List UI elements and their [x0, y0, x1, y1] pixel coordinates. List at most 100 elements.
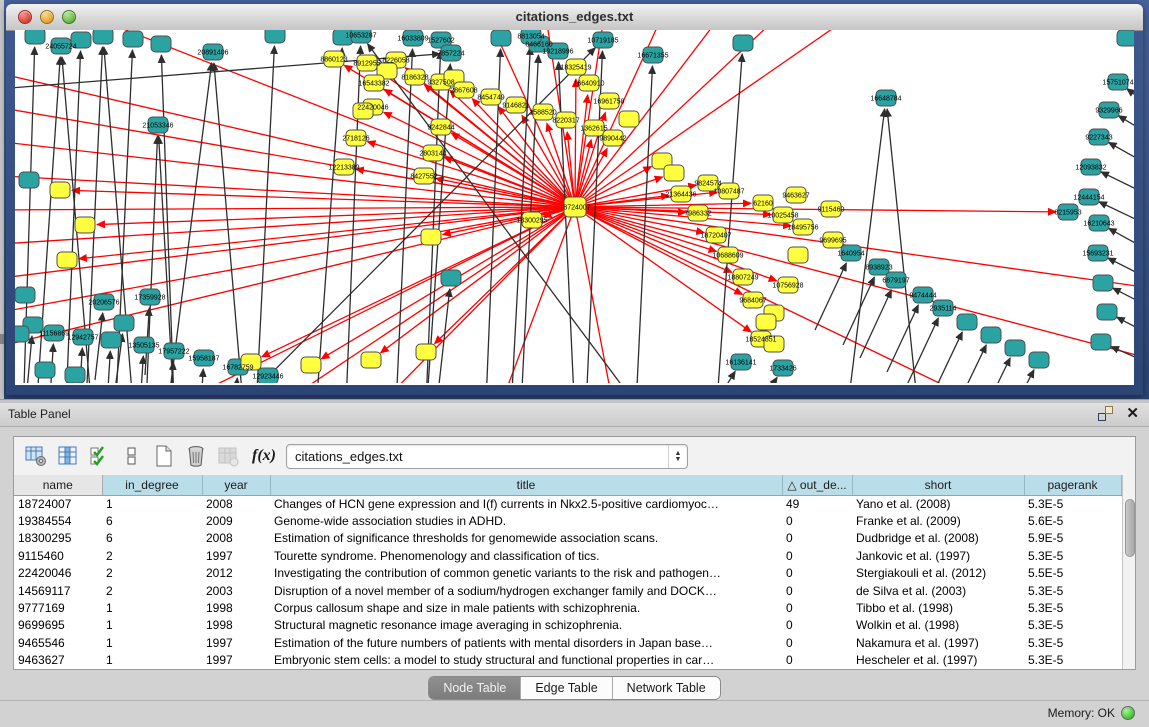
float-panel-icon[interactable]	[1098, 406, 1113, 421]
graph-node-label: 10025458	[767, 213, 798, 220]
graph-node-yellow[interactable]	[619, 111, 639, 127]
graph-node-teal[interactable]	[1117, 30, 1134, 46]
table-row[interactable]: 977716911998Corpus callosum shape and si…	[14, 599, 1121, 616]
cell-name: 18724007	[14, 495, 102, 512]
column-header-year[interactable]: year	[202, 475, 270, 495]
graph-node-yellow[interactable]	[756, 314, 776, 330]
tab-node-table[interactable]: Node Table	[429, 677, 520, 699]
table-row[interactable]: 969969511998Structural magnetic resonanc…	[14, 617, 1121, 634]
graph-node-teal[interactable]	[65, 367, 85, 383]
network-desktop: citations_edges.txt 24055724208914061065…	[0, 0, 1149, 399]
table-vertical-scrollbar[interactable]	[1122, 475, 1136, 669]
table-row[interactable]: 946362711997Embryonic stem cells: a mode…	[14, 652, 1121, 669]
column-header-out-de-[interactable]: △ out_de...	[782, 475, 852, 495]
table-row[interactable]: 911546021997Tourette syndrome. Phenomeno…	[14, 547, 1121, 564]
cell-title: Tourette syndrome. Phenomenology and cla…	[270, 547, 782, 564]
graph-node-teal[interactable]	[957, 314, 977, 330]
create-table-icon[interactable]	[150, 442, 178, 470]
graph-node-label: 20206576	[88, 300, 119, 307]
graph-node-teal[interactable]	[441, 270, 461, 286]
cell-pagerank: 5.3E-5	[1024, 582, 1121, 599]
tab-network-table[interactable]: Network Table	[612, 677, 720, 699]
graph-node-yellow[interactable]	[301, 357, 321, 373]
graph-node-label: 17957222	[158, 349, 189, 356]
close-panel-icon[interactable]: ✕	[1126, 406, 1139, 421]
graph-node-teal[interactable]	[101, 332, 121, 348]
network-canvas[interactable]: 2405572420891406106532871527602846616010…	[15, 30, 1134, 385]
graph-node-teal[interactable]	[1091, 334, 1111, 350]
column-header-short[interactable]: short	[852, 475, 1024, 495]
graph-node-teal[interactable]	[265, 30, 285, 43]
splitter-handle[interactable]	[0, 334, 4, 344]
select-columns-icon[interactable]	[86, 442, 114, 470]
scrollbar-thumb[interactable]	[1125, 499, 1135, 557]
left-panel-splitter[interactable]	[0, 0, 4, 399]
graph-node-label: 16640910	[573, 81, 604, 88]
graph-node-label: 18524851	[745, 337, 776, 344]
graph-node-teal[interactable]	[1029, 352, 1049, 368]
graph-node-teal[interactable]	[981, 327, 1001, 343]
cell-short: Yano et al. (2008)	[852, 495, 1024, 512]
network-table-select[interactable]: citations_edges.txt ▲▼	[286, 444, 688, 469]
graph-node-teal[interactable]	[35, 362, 55, 378]
row-options-icon[interactable]	[118, 442, 146, 470]
column-header-pagerank[interactable]: pagerank	[1024, 475, 1121, 495]
graph-node-label: 8186328	[401, 75, 428, 82]
graph-node-label: 9227343	[1085, 135, 1112, 142]
graph-node-yellow[interactable]	[421, 229, 441, 245]
graph-node-label: 8912955	[353, 61, 380, 68]
graph-node-label: 16210643	[1083, 221, 1114, 228]
cell-short: Wolkin et al. (1998)	[852, 617, 1024, 634]
graph-node-label: 1527602	[427, 38, 454, 45]
table-settings-icon[interactable]	[22, 442, 50, 470]
cell-pagerank: 5.3E-5	[1024, 547, 1121, 564]
graph-node-teal[interactable]	[1093, 275, 1113, 291]
cell-title: Changes of HCN gene expression and I(f) …	[270, 495, 782, 512]
table-row[interactable]: 2242004622012Investigating the contribut…	[14, 565, 1121, 582]
cell-title: Estimation of the future numbers of pati…	[270, 634, 782, 651]
table-row[interactable]: 946554611997Estimation of the future num…	[14, 634, 1121, 651]
cell-title: Investigating the contribution of common…	[270, 565, 782, 582]
table-row[interactable]: 1456911722003Disruption of a novel membe…	[14, 582, 1121, 599]
network-window-titlebar[interactable]: citations_edges.txt	[6, 4, 1143, 31]
graph-node-teal[interactable]	[1097, 304, 1117, 320]
graph-node-yellow[interactable]	[75, 217, 95, 233]
graph-node-yellow[interactable]	[416, 344, 436, 360]
graph-node-yellow[interactable]	[50, 182, 70, 198]
graph-node-teal[interactable]	[491, 30, 511, 46]
graph-node-teal[interactable]	[733, 35, 753, 51]
graph-node-teal[interactable]	[25, 30, 45, 44]
cell-in_degree: 1	[102, 652, 202, 669]
column-header-in-degree[interactable]: in_degree	[102, 475, 202, 495]
graph-node-teal[interactable]	[15, 287, 35, 303]
cell-out_degree: 49	[782, 495, 852, 512]
tab-edge-table[interactable]: Edge Table	[520, 677, 611, 699]
graph-node-label: 16033809	[397, 36, 428, 43]
table-row[interactable]: 1830029562008Estimation of significance …	[14, 530, 1121, 547]
table-row[interactable]: 1938455462009Genome-wide association stu…	[14, 512, 1121, 529]
column-header-name[interactable]: name	[14, 475, 102, 495]
function-builder-icon[interactable]: f(x)	[252, 447, 276, 465]
graph-node-yellow[interactable]	[664, 165, 684, 181]
graph-node-teal[interactable]	[123, 31, 143, 47]
cell-name: 9465546	[14, 634, 102, 651]
graph-node-teal[interactable]	[1005, 340, 1025, 356]
graph-node-teal[interactable]	[93, 30, 113, 44]
graph-node-teal[interactable]	[114, 315, 134, 331]
show-columns-icon[interactable]	[54, 442, 82, 470]
graph-node-label: 24055724	[45, 44, 76, 51]
graph-node-teal[interactable]	[151, 36, 171, 52]
table-row[interactable]: 1872400712008Changes of HCN gene express…	[14, 495, 1121, 512]
graph-node-label: 18720407	[700, 233, 731, 240]
cell-year: 1997	[202, 547, 270, 564]
cell-short: Jankovic et al. (1997)	[852, 547, 1024, 564]
graph-node-label: 10653287	[345, 33, 376, 40]
graph-node-teal[interactable]	[15, 326, 29, 342]
graph-node-teal[interactable]	[19, 172, 39, 188]
graph-node-yellow[interactable]	[57, 252, 77, 268]
graph-node-yellow[interactable]	[788, 247, 808, 263]
graph-node-yellow[interactable]	[361, 352, 381, 368]
delete-table-icon[interactable]	[182, 442, 210, 470]
import-table-disabled-icon	[214, 442, 242, 470]
column-header-title[interactable]: title	[270, 475, 782, 495]
